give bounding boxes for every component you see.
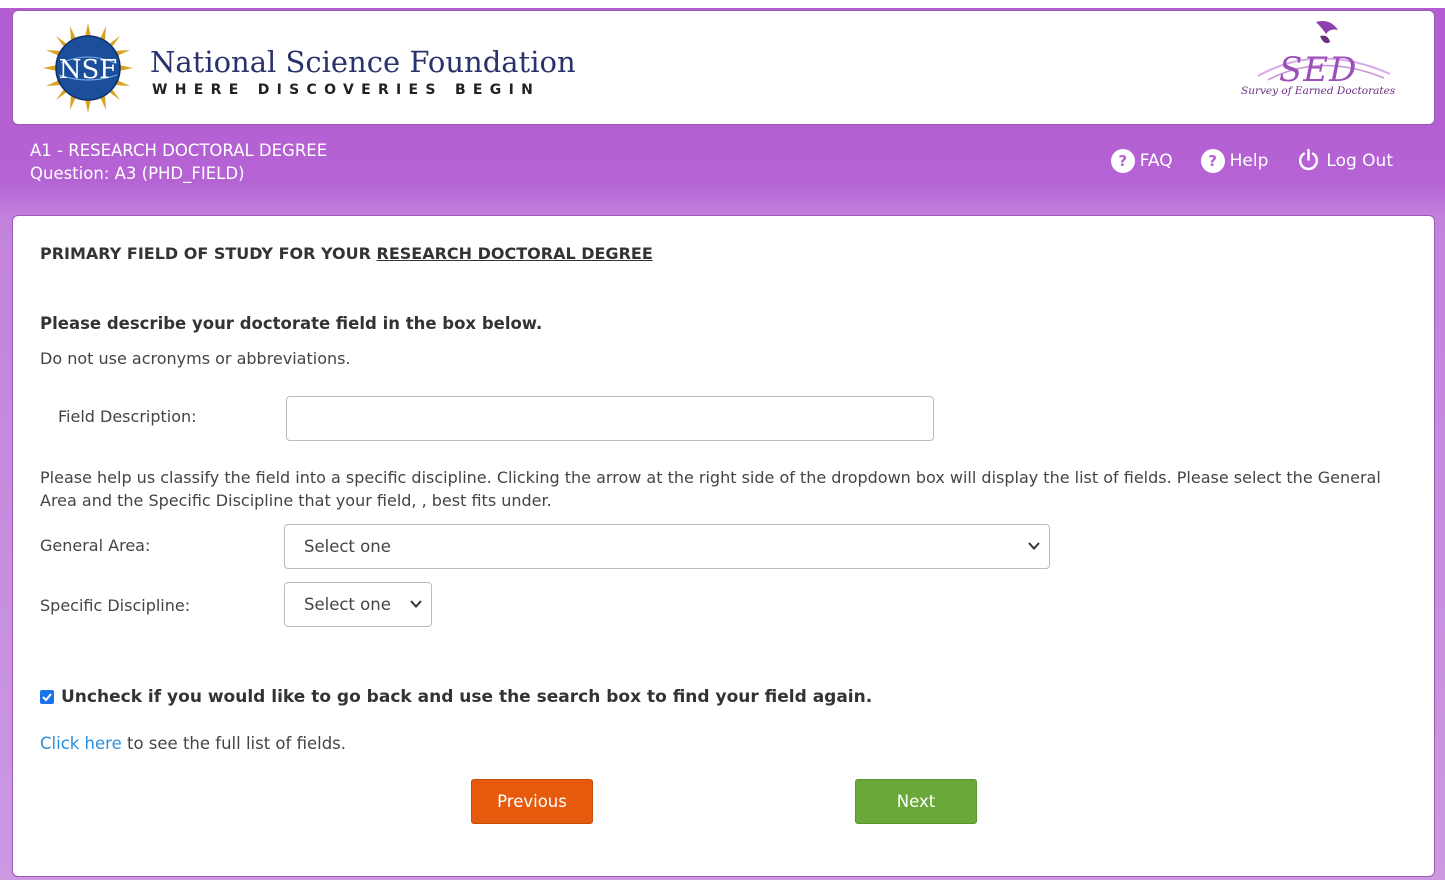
full-list-line: Click here to see the full list of field… bbox=[40, 734, 346, 753]
checkmark-icon bbox=[42, 693, 52, 702]
faq-label: FAQ bbox=[1139, 150, 1173, 171]
chevron-down-icon bbox=[1028, 542, 1040, 550]
general-area-select[interactable]: Select one bbox=[284, 524, 1050, 569]
click-here-link[interactable]: Click here bbox=[40, 734, 122, 753]
logout-label: Log Out bbox=[1326, 150, 1393, 171]
nsf-seal-logo: NSF bbox=[43, 23, 133, 113]
page-title-underlined: RESEARCH DOCTORAL DEGREE bbox=[376, 244, 653, 263]
previous-button[interactable]: Previous bbox=[471, 779, 593, 824]
help-label: Help bbox=[1229, 150, 1269, 171]
logout-link[interactable]: Log Out bbox=[1296, 148, 1393, 173]
specific-discipline-select[interactable]: Select one bbox=[284, 582, 432, 627]
page-background: NSF National Science Foundation WHERE DI… bbox=[0, 0, 1445, 880]
search-again-label: Uncheck if you would like to go back and… bbox=[61, 687, 873, 707]
top-border bbox=[0, 0, 1445, 8]
next-button[interactable]: Next bbox=[855, 779, 977, 824]
faq-link[interactable]: ? FAQ bbox=[1110, 148, 1173, 173]
question-context: A1 - RESEARCH DOCTORAL DEGREE Question: … bbox=[30, 139, 327, 185]
search-again-checkbox[interactable] bbox=[40, 690, 54, 704]
full-list-suffix: to see the full list of fields. bbox=[121, 734, 347, 753]
sed-logo-subtext: Survey of Earned Doctorates bbox=[1241, 85, 1396, 97]
search-again-option: Uncheck if you would like to go back and… bbox=[40, 687, 872, 707]
no-acronyms-note: Do not use acronyms or abbreviations. bbox=[40, 349, 351, 368]
section-label: A1 - RESEARCH DOCTORAL DEGREE bbox=[30, 141, 328, 160]
question-circle-icon: ? bbox=[1110, 148, 1135, 173]
field-description-input[interactable] bbox=[286, 396, 934, 441]
org-name: National Science Foundation bbox=[150, 45, 576, 79]
chevron-down-icon bbox=[410, 600, 422, 608]
power-icon bbox=[1299, 148, 1319, 171]
top-nav: ? FAQ ? Help Log Out bbox=[1110, 148, 1393, 173]
question-panel: PRIMARY FIELD OF STUDY FOR YOUR RESEARCH… bbox=[12, 215, 1435, 877]
general-area-selected: Select one bbox=[304, 537, 391, 556]
svg-text:NSF: NSF bbox=[59, 55, 118, 85]
header-banner: NSF National Science Foundation WHERE DI… bbox=[12, 10, 1435, 125]
sed-logo-text: SED bbox=[1279, 50, 1358, 90]
org-tagline: WHERE DISCOVERIES BEGIN bbox=[152, 82, 541, 98]
specific-discipline-selected: Select one bbox=[304, 595, 391, 614]
help-link[interactable]: ? Help bbox=[1200, 148, 1269, 173]
page-title-prefix: PRIMARY FIELD OF STUDY FOR YOUR bbox=[40, 244, 377, 263]
field-description-label: Field Description: bbox=[58, 407, 197, 426]
classify-help-text: Please help us classify the field into a… bbox=[40, 468, 1381, 510]
question-label: Question: A3 (PHD_FIELD) bbox=[30, 164, 245, 183]
question-circle-icon: ? bbox=[1200, 148, 1225, 173]
page-title: PRIMARY FIELD OF STUDY FOR YOUR RESEARCH… bbox=[40, 244, 653, 263]
specific-discipline-label: Specific Discipline: bbox=[40, 596, 191, 615]
describe-instruction: Please describe your doctorate field in … bbox=[40, 314, 543, 333]
general-area-label: General Area: bbox=[40, 536, 151, 555]
